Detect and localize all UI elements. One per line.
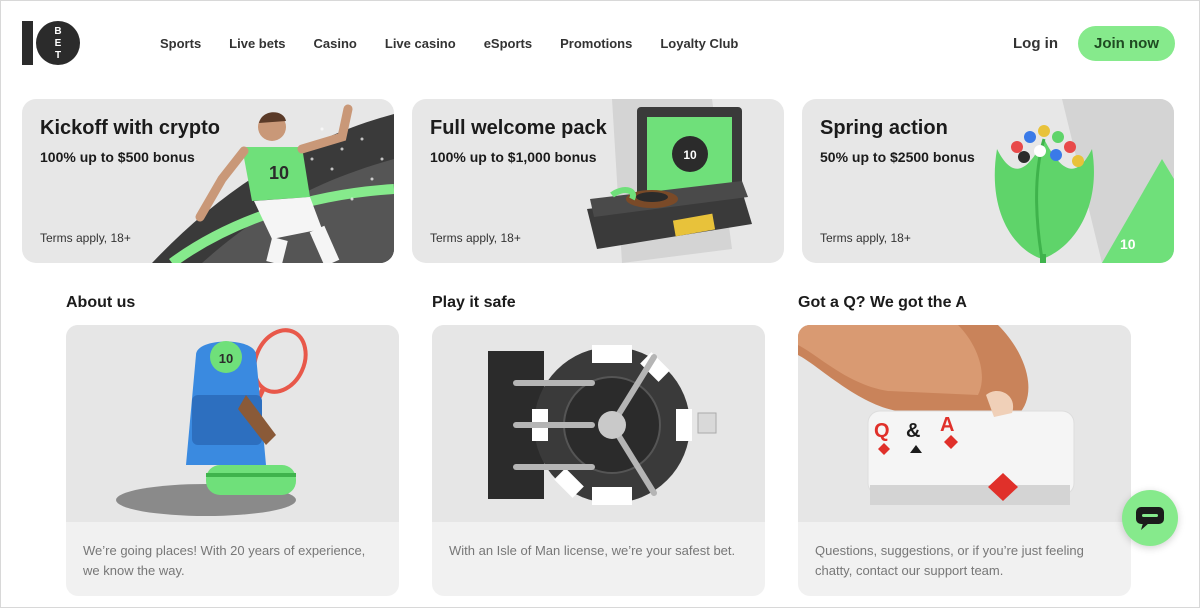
svg-text:A: A (940, 414, 954, 436)
playing-cards-illustration: Q & A (798, 325, 1131, 522)
svg-text:B: B (54, 26, 61, 37)
info-card-support[interactable]: Q & A Questions, suggestions, or if you’… (798, 325, 1131, 596)
promo-title: Spring action (820, 117, 948, 139)
main-nav: Sports Live bets Casino Live casino eSpo… (160, 36, 766, 51)
svg-text:10: 10 (1120, 236, 1136, 252)
nav-sports[interactable]: Sports (160, 36, 201, 51)
play-safe-heading: Play it safe (432, 294, 516, 311)
nav-live-bets[interactable]: Live bets (229, 36, 285, 51)
10bet-logo[interactable]: B E T (22, 20, 82, 66)
promo-terms: Terms apply, 18+ (820, 231, 911, 245)
support-text: Questions, suggestions, or if you’re jus… (815, 543, 1084, 578)
svg-text:E: E (55, 38, 62, 49)
site-header: B E T Sports Live bets Casino Live casin… (0, 0, 1200, 88)
svg-text:10: 10 (269, 163, 289, 183)
promo-card-welcome[interactable]: 10 Full welcome pack 100% up to $1,000 b… (412, 99, 784, 263)
faq-heading: Got a Q? We got the A (798, 294, 967, 311)
promo-title: Full welcome pack (430, 117, 607, 139)
promo-subtitle: 100% up to $500 bonus (40, 149, 195, 165)
login-link[interactable]: Log in (1013, 35, 1058, 52)
chat-bubble-icon (1136, 507, 1164, 530)
svg-text:10: 10 (683, 148, 697, 162)
nav-live-casino[interactable]: Live casino (385, 36, 456, 51)
vault-illustration (432, 325, 765, 522)
promo-subtitle: 50% up to $2500 bonus (820, 149, 975, 165)
about-us-heading: About us (66, 294, 136, 311)
nav-casino[interactable]: Casino (314, 36, 357, 51)
info-card-safe[interactable]: With an Isle of Man license, we’re your … (432, 325, 765, 596)
promo-subtitle: 100% up to $1,000 bonus (430, 149, 597, 165)
svg-text:&: & (906, 420, 920, 442)
about-us-text: We’re going places! With 20 years of exp… (83, 543, 366, 578)
promo-card-crypto[interactable]: 10 Kickoff with crypto 100% up to $500 b… (22, 99, 394, 263)
promo-terms: Terms apply, 18+ (40, 231, 131, 245)
svg-text:T: T (55, 50, 61, 61)
nav-loyalty-club[interactable]: Loyalty Club (660, 36, 738, 51)
info-card-about[interactable]: 10 We’re going places! With 20 years of … (66, 325, 399, 596)
svg-text:Q: Q (874, 420, 890, 442)
play-safe-text: With an Isle of Man license, we’re your … (449, 543, 736, 558)
join-now-button[interactable]: Join now (1078, 26, 1175, 61)
chat-button[interactable] (1122, 490, 1178, 546)
backpack-illustration: 10 (66, 325, 399, 522)
promo-card-spring[interactable]: 10 Spring action 50% up to $2500 bonus T… (802, 99, 1174, 263)
nav-promotions[interactable]: Promotions (560, 36, 632, 51)
promo-title: Kickoff with crypto (40, 117, 221, 139)
promo-terms: Terms apply, 18+ (430, 231, 521, 245)
nav-esports[interactable]: eSports (484, 36, 532, 51)
svg-text:10: 10 (219, 351, 233, 366)
